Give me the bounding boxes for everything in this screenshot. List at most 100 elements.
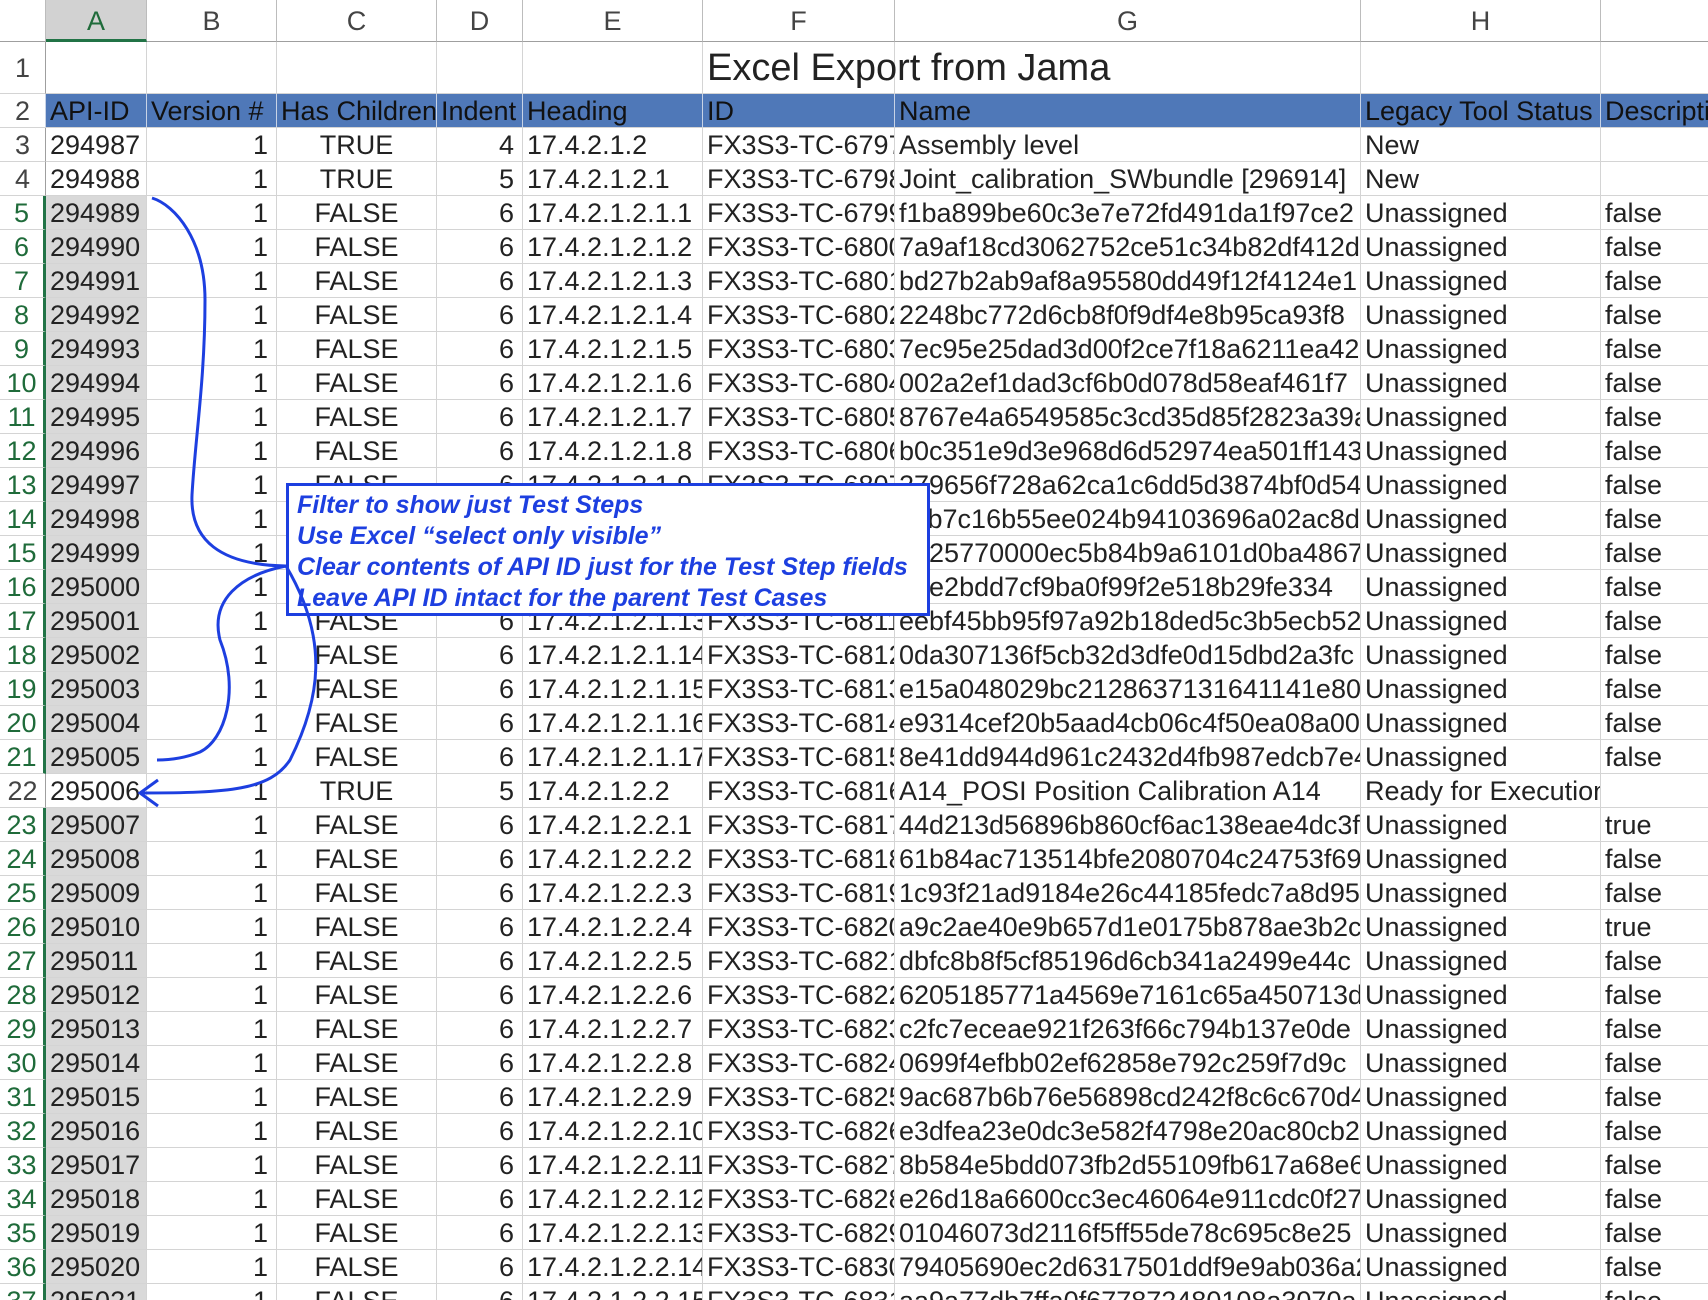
cell[interactable]: 1 [147,1046,277,1080]
cell[interactable]: 17.4.2.1.2.1.14 [523,638,703,672]
row-header[interactable]: 35 [0,1216,46,1250]
cell[interactable]: eebf45bb95f97a92b18ded5c3b5ecb52 [895,604,1361,638]
api-id-cell[interactable]: 294992 [46,298,147,332]
cell[interactable]: 1 [147,230,277,264]
cell[interactable]: FALSE [277,808,437,842]
cell[interactable]: FX3S3-TC-6818 [703,842,895,876]
cell[interactable]: false [1601,1216,1708,1250]
cell[interactable]: 7ec95e25dad3d00f2ce7f18a6211ea42 [895,332,1361,366]
cell-empty[interactable] [147,42,277,94]
row-header[interactable]: 3 [0,128,46,162]
cell[interactable]: 279656f728a62ca1c6dd5d3874bf0d54 [895,468,1361,502]
field-header[interactable]: Heading [523,94,703,128]
cell[interactable]: Unassigned [1361,1250,1601,1284]
cell[interactable]: 17.4.2.1.2.2.4 [523,910,703,944]
cell[interactable]: 0699f4efbb02ef62858e792c259f7d9c [895,1046,1361,1080]
api-id-cell[interactable]: 295021 [46,1284,147,1300]
column-header-c[interactable]: C [277,0,437,42]
cell[interactable]: New [1361,128,1601,162]
cell[interactable]: c2fc7eceae921f263f66c794b137e0de [895,1012,1361,1046]
cell[interactable]: FALSE [277,1216,437,1250]
cell-empty[interactable] [1601,42,1708,94]
cell[interactable]: 61b84ac713514bfe2080704c24753f69 [895,842,1361,876]
row-header[interactable]: 6 [0,230,46,264]
column-header-a[interactable]: A [46,0,147,42]
api-id-cell[interactable]: 294997 [46,468,147,502]
row-header[interactable]: 7 [0,264,46,298]
cell[interactable]: 1 [147,876,277,910]
cell[interactable]: 17.4.2.1.2.1.4 [523,298,703,332]
cell[interactable]: Unassigned [1361,1284,1601,1300]
cell[interactable]: FX3S3-TC-6817 [703,808,895,842]
cell[interactable]: 6 [437,672,523,706]
cell[interactable]: 1c93f21ad9184e26c44185fedc7a8d95 [895,876,1361,910]
cell[interactable]: FX3S3-TC-6822 [703,978,895,1012]
cell[interactable]: false [1601,536,1708,570]
row-header[interactable]: 11 [0,400,46,434]
cell[interactable]: 6205185771a4569e7161c65a450713d3 [895,978,1361,1012]
cell[interactable]: 4ee2bdd7cf9ba0f99f2e518b29fe334 [895,570,1361,604]
cell[interactable]: 6 [437,1182,523,1216]
api-id-cell[interactable]: 295012 [46,978,147,1012]
cell[interactable]: FALSE [277,1284,437,1300]
row-header-1[interactable]: 1 [0,42,46,94]
row-header[interactable]: 31 [0,1080,46,1114]
cell[interactable]: 1 [147,1182,277,1216]
cell[interactable]: Unassigned [1361,842,1601,876]
cell[interactable]: FX3S3-TC-6823 [703,1012,895,1046]
cell[interactable]: 1 [147,978,277,1012]
cell[interactable]: 6 [437,706,523,740]
cell[interactable]: 17.4.2.1.2.2.8 [523,1046,703,1080]
cell[interactable]: 8e41dd944d961c2432d4fb987edcb7e4 [895,740,1361,774]
cell[interactable]: 01046073d2116f5ff55de78c695c8e25 [895,1216,1361,1250]
field-header[interactable]: Indent [437,94,523,128]
cell[interactable]: FX3S3-TC-6801 [703,264,895,298]
cell[interactable]: FX3S3-TC-6802 [703,298,895,332]
api-id-cell[interactable]: 294999 [46,536,147,570]
column-header-d[interactable]: D [437,0,523,42]
column-header-g[interactable]: G [895,0,1361,42]
row-header[interactable]: 24 [0,842,46,876]
cell[interactable]: FX3S3-TC-6821 [703,944,895,978]
cell[interactable]: 17.4.2.1.2.2.1 [523,808,703,842]
cell[interactable]: FX3S3-TC-6812 [703,638,895,672]
cell[interactable]: 6 [437,196,523,230]
column-header-e[interactable]: E [523,0,703,42]
row-header[interactable]: 22 [0,774,46,808]
row-header[interactable]: 26 [0,910,46,944]
cell[interactable]: 7a9af18cd3062752ce51c34b82df412d [895,230,1361,264]
field-header[interactable]: Descriptio [1601,94,1708,128]
cell[interactable]: FALSE [277,366,437,400]
cell[interactable]: 1 [147,570,277,604]
cell[interactable]: false [1601,672,1708,706]
cell[interactable]: Unassigned [1361,672,1601,706]
row-header[interactable]: 5 [0,196,46,230]
cell[interactable]: 6 [437,298,523,332]
cell[interactable]: 17.4.2.1.2.1.3 [523,264,703,298]
cell[interactable]: 1 [147,298,277,332]
cell[interactable]: false [1601,706,1708,740]
cell[interactable]: Unassigned [1361,230,1601,264]
cell[interactable]: FALSE [277,740,437,774]
cell[interactable]: Unassigned [1361,1080,1601,1114]
cell[interactable]: Unassigned [1361,978,1601,1012]
row-header[interactable]: 19 [0,672,46,706]
cell[interactable]: false [1601,502,1708,536]
cell[interactable]: FALSE [277,1080,437,1114]
field-header[interactable]: ID [703,94,895,128]
cell[interactable]: false [1601,604,1708,638]
cell[interactable]: 6 [437,910,523,944]
cell[interactable]: FALSE [277,332,437,366]
cell[interactable]: 17.4.2.1.2.2.11 [523,1148,703,1182]
api-id-cell[interactable]: 294995 [46,400,147,434]
cell[interactable]: Unassigned [1361,638,1601,672]
row-header[interactable]: 10 [0,366,46,400]
cell[interactable]: Unassigned [1361,740,1601,774]
cell[interactable]: 1 [147,1080,277,1114]
cell[interactable]: Unassigned [1361,944,1601,978]
cell[interactable]: FX3S3-TC-6816 [703,774,895,808]
cell[interactable]: FALSE [277,978,437,1012]
cell[interactable]: 17.4.2.1.2.2.12 [523,1182,703,1216]
cell[interactable]: false [1601,332,1708,366]
cell[interactable]: 1 [147,672,277,706]
